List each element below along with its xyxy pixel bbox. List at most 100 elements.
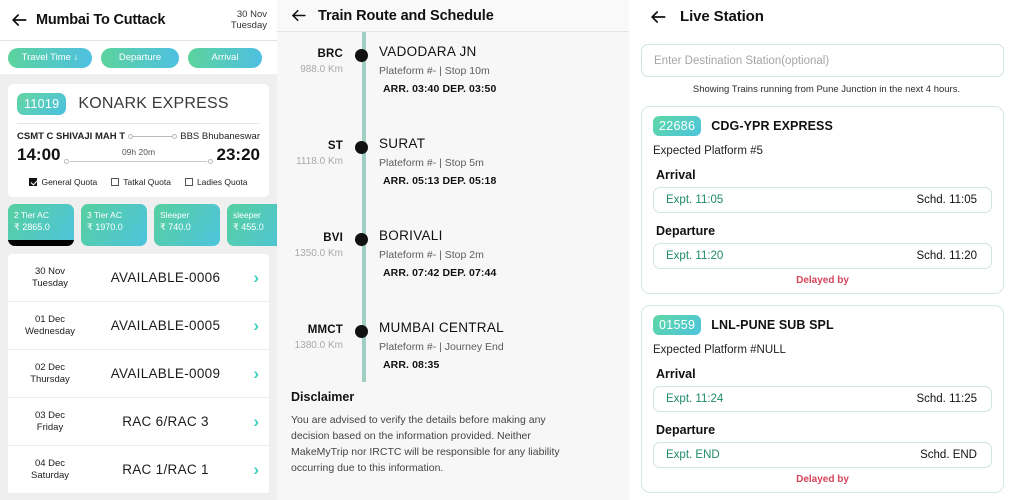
table-row[interactable]: 02 Dec Thursday AVAILABLE-0009 ›: [8, 350, 269, 398]
fare-card-sleeper-second[interactable]: sleeper ₹ 455.0: [227, 204, 277, 246]
stop-times: ARR. 08:35: [383, 359, 440, 371]
back-arrow-icon[interactable]: [287, 5, 309, 27]
fare-card-2-tier-ac[interactable]: 2 Tier AC ₹ 2865.0: [8, 204, 74, 246]
stop-code: MMCT: [307, 324, 343, 336]
departure-label: Departure: [656, 423, 716, 437]
live-train-card[interactable]: 01559 LNL-PUNE SUB SPL Expected Platform…: [641, 305, 1004, 493]
table-row[interactable]: 04 Dec Saturday RAC 1/RAC 1 ›: [8, 446, 269, 494]
stop-times: ARR. 03:40 DEP. 03:50: [383, 83, 497, 95]
availability-date: 01 Dec Wednesday: [14, 314, 86, 338]
stop-left-col: BVI 1350.0 Km: [277, 228, 349, 320]
stop-name: SURAT: [379, 136, 426, 151]
stop-distance: 1380.0 Km: [294, 340, 343, 351]
stop-times: ARR. 05:13 DEP. 05:18: [383, 175, 497, 187]
departure-times-row: Expt. 11:20 Schd. 11:20: [653, 243, 992, 269]
availability-date-value: 02 Dec: [34, 361, 66, 373]
chevron-right-icon[interactable]: ›: [245, 461, 259, 478]
back-arrow-icon[interactable]: [647, 6, 669, 28]
departure-label: Departure: [656, 224, 716, 238]
station-pair-row: CSMT C SHIVAJI MAH T BBS Bhubaneswar: [17, 124, 260, 142]
checkbox-icon[interactable]: [111, 178, 120, 186]
stop-distance: 988.0 Km: [300, 64, 343, 75]
quota-tatkal-label: Tatkal Quota: [123, 177, 171, 187]
stop-platform: Plateform #- | Stop 10m: [379, 65, 490, 77]
filter-travel-time[interactable]: Travel Time ↓: [8, 47, 92, 68]
availability-date: 02 Dec Thursday: [14, 362, 86, 386]
expected-platform: Expected Platform #NULL: [653, 344, 786, 356]
arrival-scheduled: Schd. 11:25: [916, 393, 977, 405]
fare-class-label: Sleeper: [160, 210, 190, 220]
arrival-times-row: Expt. 11:05 Schd. 11:05: [653, 187, 992, 213]
quota-general[interactable]: General Quota: [29, 177, 97, 187]
chevron-right-icon[interactable]: ›: [245, 365, 259, 382]
destination-station-input[interactable]: Enter Destination Station(optional): [641, 44, 1004, 77]
duration-label: 09h 20m: [121, 147, 156, 157]
page-title: Train Route and Schedule: [318, 7, 494, 24]
journey-date: 30 Nov Tuesday: [231, 9, 267, 32]
chevron-right-icon[interactable]: ›: [245, 269, 259, 286]
stop-dot-icon: [355, 49, 368, 62]
departure-scheduled: Schd. END: [920, 449, 977, 461]
showing-trains-note: Showing Trains running from Pune Junctio…: [692, 84, 961, 95]
train-number-badge: 01559: [653, 315, 702, 335]
journey-date-weekday: Tuesday: [230, 20, 267, 31]
stop-distance: 1350.0 Km: [294, 248, 343, 259]
fare-class-label: 3 Tier AC: [87, 210, 122, 220]
disclaimer-title: Disclaimer: [291, 390, 355, 404]
live-train-card[interactable]: 22686 CDG-YPR EXPRESS Expected Platform …: [641, 106, 1004, 294]
list-item[interactable]: BVI 1350.0 Km BORIVALI Plateform #- | St…: [277, 228, 629, 320]
departure-time: 14:00: [17, 145, 61, 164]
quota-general-label: General Quota: [41, 177, 98, 187]
filter-departure[interactable]: Departure: [101, 47, 179, 68]
checkbox-icon[interactable]: [184, 178, 193, 186]
table-row[interactable]: 30 Nov Tuesday AVAILABLE-0006 ›: [8, 254, 269, 302]
stop-dot-icon: [355, 141, 368, 154]
stop-code: BRC: [317, 48, 343, 60]
list-item[interactable]: BRC 988.0 Km VADODARA JN Plateform #- | …: [277, 44, 629, 136]
fare-card-sleeper[interactable]: Sleeper ₹ 740.0: [154, 204, 220, 246]
destination-placeholder: Enter Destination Station(optional): [654, 54, 830, 67]
quota-tatkal[interactable]: Tatkal Quota: [111, 177, 171, 187]
chevron-right-icon[interactable]: ›: [245, 317, 259, 334]
panel-train-route: Train Route and Schedule BRC 988.0 Km VA…: [277, 0, 629, 500]
fare-class-row[interactable]: 2 Tier AC ₹ 2865.0 3 Tier AC ₹ 1970.0 Sl…: [0, 197, 277, 246]
panel-search-results: Mumbai To Cuttack 30 Nov Tuesday Travel …: [0, 0, 277, 500]
filter-arrival[interactable]: Arrival: [188, 47, 262, 68]
train-result-card[interactable]: 11019 KONARK EXPRESS CSMT C SHIVAJI MAH …: [8, 84, 269, 197]
panel3-header: Live Station: [629, 0, 1024, 33]
availability-day-value: Thursday: [30, 373, 70, 385]
fare-price: ₹ 2865.0: [14, 222, 50, 232]
fare-card-3-tier-ac[interactable]: 3 Tier AC ₹ 1970.0: [81, 204, 147, 246]
departure-scheduled: Schd. 11:20: [916, 250, 977, 262]
panel1-header: Mumbai To Cuttack 30 Nov Tuesday: [0, 0, 277, 41]
table-row[interactable]: 01 Dec Wednesday AVAILABLE-0005 ›: [8, 302, 269, 350]
stop-marker-col: [349, 320, 379, 382]
checkbox-checked-icon[interactable]: [29, 178, 38, 186]
availability-status: AVAILABLE-0005: [110, 318, 221, 333]
availability-date: 04 Dec Saturday: [14, 458, 86, 482]
departure-expected: Expt. 11:20: [666, 250, 724, 262]
list-item[interactable]: MMCT 1380.0 Km MUMBAI CENTRAL Plateform …: [277, 320, 629, 382]
list-item[interactable]: ST 1118.0 Km SURAT Plateform #- | Stop 5…: [277, 136, 629, 228]
fare-price: ₹ 740.0: [160, 222, 191, 232]
train-number-badge: 22686: [653, 116, 702, 136]
table-row[interactable]: 03 Dec Friday RAC 6/RAC 3 ›: [8, 398, 269, 446]
disclaimer-body: You are advised to verify the details be…: [291, 414, 560, 474]
duration-dot-left: [64, 159, 70, 164]
availability-status: RAC 1/RAC 1: [122, 462, 209, 477]
stop-left-col: BRC 988.0 Km: [277, 44, 349, 136]
stop-details: SURAT Plateform #- | Stop 5m ARR. 05:13 …: [379, 136, 629, 228]
stop-dot-icon: [355, 233, 368, 246]
fare-class-label: 2 Tier AC: [14, 210, 49, 220]
journey-date-day: 30 Nov: [236, 8, 267, 20]
fare-price: ₹ 455.0: [233, 222, 264, 232]
three-panel-screenshot: Mumbai To Cuttack 30 Nov Tuesday Travel …: [0, 0, 1024, 500]
availability-status: AVAILABLE-0006: [110, 270, 221, 285]
availability-list: 30 Nov Tuesday AVAILABLE-0006 › 01 Dec W…: [8, 254, 269, 494]
back-arrow-icon[interactable]: [8, 9, 30, 31]
origin-station: CSMT C SHIVAJI MAH T: [17, 131, 126, 142]
arrival-label: Arrival: [656, 168, 696, 182]
stop-details: VADODARA JN Plateform #- | Stop 10m ARR.…: [379, 44, 629, 136]
chevron-right-icon[interactable]: ›: [245, 413, 259, 430]
quota-ladies[interactable]: Ladies Quota: [184, 177, 248, 187]
